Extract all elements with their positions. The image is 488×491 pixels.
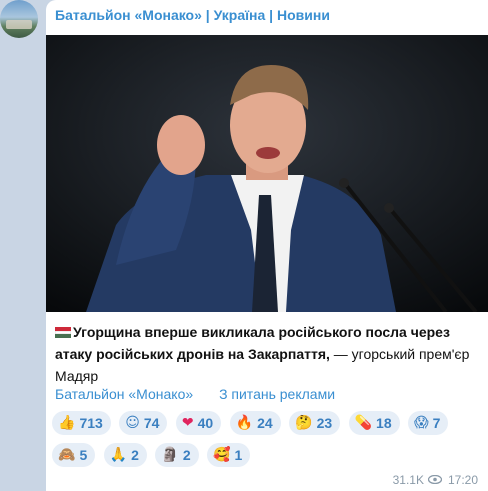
see-no-evil-monkey-icon: 🙈 <box>58 447 76 463</box>
reaction-thumbs-up[interactable]: 👍 713 <box>52 411 111 435</box>
fire-icon: 🔥 <box>235 415 254 431</box>
heart-on-fire-icon: ❤ <box>181 415 194 431</box>
ads-link[interactable]: З питань реклами <box>219 386 335 402</box>
flag-stripe <box>55 334 71 338</box>
reaction-folded-hands[interactable]: 🙏 2 <box>103 443 147 467</box>
post-caption: Угорщина вперше викликала російського по… <box>55 321 480 387</box>
reaction-count: 24 <box>257 415 273 431</box>
photo-illustration <box>46 35 488 312</box>
reaction-screaming-face[interactable]: 😱 7 <box>408 411 449 435</box>
reaction-count: 7 <box>432 415 441 431</box>
hungary-flag-icon <box>55 327 71 338</box>
screaming-face-icon: 😱 <box>414 415 429 431</box>
reaction-count: 23 <box>316 415 333 431</box>
reaction-count: 2 <box>131 447 139 463</box>
reaction-moai[interactable]: 🗿 2 <box>155 443 199 467</box>
reaction-count: 1 <box>234 447 243 463</box>
reaction-count: 40 <box>197 415 214 431</box>
reaction-count: 5 <box>79 447 88 463</box>
post-links: Батальйон «Монако» З питань реклами <box>55 386 357 402</box>
reaction-count: 18 <box>376 415 392 431</box>
moai-icon: 🗿 <box>161 447 179 463</box>
smiling-face-with-hearts-icon: 🥰 <box>213 447 231 463</box>
reaction-fire[interactable]: 🔥 24 <box>229 411 281 435</box>
smiling-face-icon: ☺ <box>125 415 140 431</box>
reaction-count: 2 <box>182 447 191 463</box>
reaction-see-no-evil-monkey[interactable]: 🙈 5 <box>52 443 96 467</box>
channel-avatar[interactable] <box>0 0 38 38</box>
folded-hands-icon: 🙏 <box>109 447 128 463</box>
pill-icon: 💊 <box>354 415 373 431</box>
post-photo[interactable] <box>46 35 488 312</box>
reaction-pill[interactable]: 💊 18 <box>348 411 400 435</box>
eye-icon <box>427 473 443 487</box>
thumbs-up-icon: 👍 <box>58 415 76 431</box>
thinking-face-icon: 🤔 <box>295 415 313 431</box>
reaction-heart-on-fire[interactable]: ❤ 40 <box>175 411 222 435</box>
reaction-count: 713 <box>79 415 103 431</box>
reaction-smiling-face[interactable]: ☺ 74 <box>119 411 168 435</box>
channel-link[interactable]: Батальйон «Монако» <box>55 386 193 402</box>
reaction-smiling-face-with-hearts[interactable]: 🥰 1 <box>207 443 251 467</box>
view-count: 31.1K <box>392 473 424 487</box>
reaction-thinking-face[interactable]: 🤔 23 <box>289 411 341 435</box>
channel-name[interactable]: Батальйон «Монако» | Україна | Новини <box>55 7 330 23</box>
message-bubble: Батальйон «Монако» | Україна | Новини Уг… <box>46 0 488 491</box>
reactions-bar: 👍 713 ☺ 74 ❤ 40 🔥 24 🤔 23 💊 18 😱 7 🙈 5 🙏 2 🗿 2 🥰 1 <box>52 411 482 475</box>
post-meta: 31.1K 17:20 <box>393 473 478 487</box>
reaction-count: 74 <box>143 415 160 431</box>
post-time: 17:20 <box>447 473 478 487</box>
